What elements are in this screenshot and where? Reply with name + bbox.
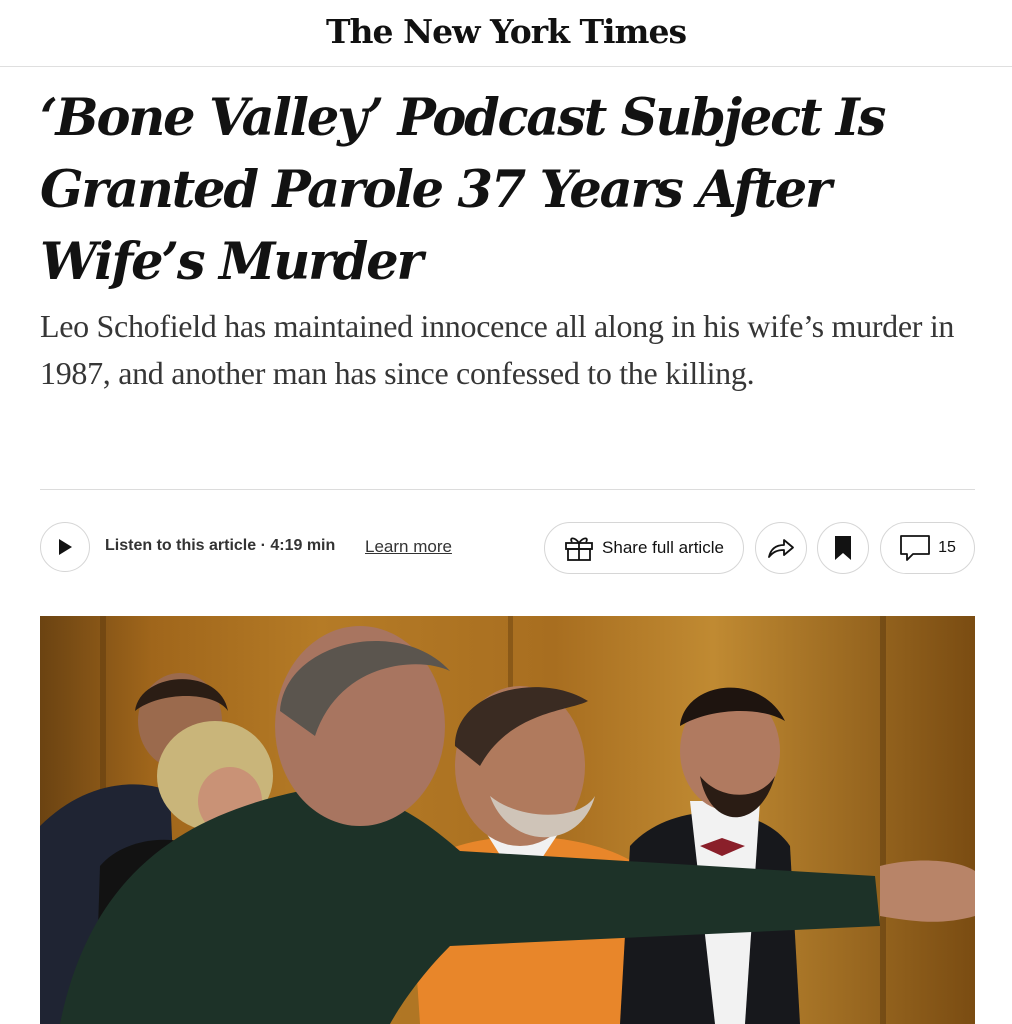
play-audio-button[interactable] [40, 522, 90, 572]
comment-count: 15 [938, 539, 956, 556]
divider [40, 489, 975, 490]
article-headline: ‘Bone Valley’ Podcast Subject Is Granted… [40, 88, 886, 292]
bookmark-icon [835, 536, 851, 560]
article-lead-photo [40, 616, 975, 1024]
share-label: Share full article [602, 538, 724, 557]
share-full-article-button[interactable]: Share full article [544, 522, 744, 574]
gift-icon [565, 537, 593, 561]
comments-button[interactable]: 15 [880, 522, 975, 574]
article-summary: Leo Schofield has maintained innocence a… [40, 308, 955, 391]
play-icon [59, 539, 72, 555]
save-button[interactable] [817, 522, 869, 574]
masthead: The New York Times [0, 0, 1012, 67]
share-arrow-icon [768, 539, 794, 558]
learn-more-link[interactable]: Learn more [365, 537, 452, 557]
share-button[interactable] [755, 522, 807, 574]
comment-icon [900, 535, 930, 561]
listen-label: Listen to this article · 4:19 min [105, 537, 336, 554]
nyt-logo[interactable]: The New York Times [0, 12, 1012, 51]
